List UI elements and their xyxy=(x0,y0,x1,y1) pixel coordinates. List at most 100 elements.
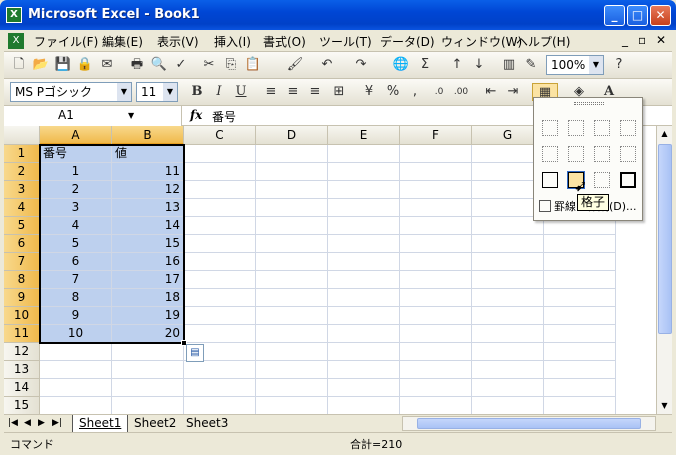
sort-ascending-icon[interactable]: ↑ xyxy=(448,56,466,74)
cell-c15[interactable] xyxy=(184,397,256,414)
cell-d8[interactable] xyxy=(256,271,328,289)
chevron-down-icon[interactable]: ▼ xyxy=(589,56,603,74)
last-sheet-icon[interactable]: ▶| xyxy=(52,415,62,432)
help-icon[interactable]: ? xyxy=(610,56,628,74)
cell-b8[interactable]: 17 xyxy=(112,271,184,289)
cell-d13[interactable] xyxy=(256,361,328,379)
cell-a8[interactable]: 7 xyxy=(40,271,112,289)
cell-d14[interactable] xyxy=(256,379,328,397)
thick-box-border-icon[interactable] xyxy=(620,172,636,188)
cell-f8[interactable] xyxy=(400,271,472,289)
menu-window[interactable]: ウィンドウ(W) xyxy=(441,33,522,50)
cell-b12[interactable] xyxy=(112,343,184,361)
cell-b14[interactable] xyxy=(112,379,184,397)
sheet-tab-2[interactable]: Sheet2 xyxy=(130,415,180,432)
cell-e1[interactable] xyxy=(328,145,400,163)
excel-app-icon[interactable]: X xyxy=(6,7,22,23)
column-header-e[interactable]: E xyxy=(328,126,400,145)
insert-function-icon[interactable]: fx xyxy=(190,108,202,122)
cell-c8[interactable] xyxy=(184,271,256,289)
menu-format[interactable]: 書式(O) xyxy=(263,33,306,50)
cell-f1[interactable] xyxy=(400,145,472,163)
cell-c14[interactable] xyxy=(184,379,256,397)
cell-h9[interactable] xyxy=(544,289,616,307)
cell-b2[interactable]: 11 xyxy=(112,163,184,181)
top-bottom-border-icon[interactable] xyxy=(594,146,610,162)
outside-inner-border-icon[interactable] xyxy=(594,172,610,188)
cell-d7[interactable] xyxy=(256,253,328,271)
cell-b15[interactable] xyxy=(112,397,184,414)
no-border-icon[interactable] xyxy=(542,120,558,136)
row-header-4[interactable]: 4 xyxy=(4,199,40,217)
permission-icon[interactable]: 🔒 xyxy=(76,56,94,74)
row-header-3[interactable]: 3 xyxy=(4,181,40,199)
cell-e5[interactable] xyxy=(328,217,400,235)
cell-d3[interactable] xyxy=(256,181,328,199)
currency-icon[interactable]: ¥ xyxy=(360,83,378,101)
horizontal-scrollbar[interactable] xyxy=(402,416,656,431)
workbook-icon[interactable]: X xyxy=(8,33,24,49)
cell-c7[interactable] xyxy=(184,253,256,271)
vertical-scrollbar[interactable]: ▲ ▼ xyxy=(656,126,672,414)
cell-g9[interactable] xyxy=(472,289,544,307)
cell-d6[interactable] xyxy=(256,235,328,253)
cell-a6[interactable]: 5 xyxy=(40,235,112,253)
cell-e8[interactable] xyxy=(328,271,400,289)
cell-c10[interactable] xyxy=(184,307,256,325)
cell-a4[interactable]: 3 xyxy=(40,199,112,217)
cell-c3[interactable] xyxy=(184,181,256,199)
comma-icon[interactable]: , xyxy=(406,83,424,101)
cell-f5[interactable] xyxy=(400,217,472,235)
row-header-1[interactable]: 1 xyxy=(4,145,40,163)
cell-b4[interactable]: 13 xyxy=(112,199,184,217)
doc-restore-button[interactable]: ▫ xyxy=(638,33,646,47)
top-thick-bottom-border-icon[interactable] xyxy=(620,146,636,162)
decrease-indent-icon[interactable]: ⇤ xyxy=(482,83,500,101)
cell-a13[interactable] xyxy=(40,361,112,379)
increase-decimal-icon[interactable]: .0 xyxy=(430,83,448,101)
cell-c6[interactable] xyxy=(184,235,256,253)
menu-tools[interactable]: ツール(T) xyxy=(319,33,372,50)
cell-b7[interactable]: 16 xyxy=(112,253,184,271)
print-icon[interactable]: 🖶 xyxy=(128,56,146,74)
cell-e3[interactable] xyxy=(328,181,400,199)
select-all-corner[interactable] xyxy=(4,126,40,145)
cell-g6[interactable] xyxy=(472,235,544,253)
cell-d1[interactable] xyxy=(256,145,328,163)
cell-c4[interactable] xyxy=(184,199,256,217)
hyperlink-icon[interactable]: 🌐 xyxy=(392,56,410,74)
increase-indent-icon[interactable]: ⇥ xyxy=(504,83,522,101)
scroll-up-icon[interactable]: ▲ xyxy=(657,126,672,142)
sheet-tab-1[interactable]: Sheet1 xyxy=(72,415,129,432)
cell-f15[interactable] xyxy=(400,397,472,414)
cell-f4[interactable] xyxy=(400,199,472,217)
cell-h14[interactable] xyxy=(544,379,616,397)
row-header-7[interactable]: 7 xyxy=(4,253,40,271)
cell-h11[interactable] xyxy=(544,325,616,343)
print-preview-icon[interactable]: 🔍 xyxy=(150,56,168,74)
minimize-button[interactable]: _ xyxy=(604,5,625,26)
cell-h12[interactable] xyxy=(544,343,616,361)
first-sheet-icon[interactable]: |◀ xyxy=(8,415,18,432)
decrease-decimal-icon[interactable]: .00 xyxy=(452,83,470,101)
zoom-select[interactable]: 100% ▼ xyxy=(546,55,604,75)
h-scrollbar-thumb[interactable] xyxy=(417,418,641,429)
cell-h10[interactable] xyxy=(544,307,616,325)
next-sheet-icon[interactable]: ▶ xyxy=(38,415,45,432)
cell-f7[interactable] xyxy=(400,253,472,271)
spelling-icon[interactable]: ✓ xyxy=(172,56,190,74)
cell-c13[interactable] xyxy=(184,361,256,379)
font-size-select[interactable]: 11 ▼ xyxy=(136,82,178,102)
cell-d15[interactable] xyxy=(256,397,328,414)
cell-e4[interactable] xyxy=(328,199,400,217)
cell-h6[interactable] xyxy=(544,235,616,253)
cell-g11[interactable] xyxy=(472,325,544,343)
cell-d4[interactable] xyxy=(256,199,328,217)
email-icon[interactable]: ✉ xyxy=(98,56,116,74)
cell-g8[interactable] xyxy=(472,271,544,289)
cell-d11[interactable] xyxy=(256,325,328,343)
cell-b5[interactable]: 14 xyxy=(112,217,184,235)
row-header-12[interactable]: 12 xyxy=(4,343,40,361)
doc-close-button[interactable]: ✕ xyxy=(656,33,666,47)
cell-e12[interactable] xyxy=(328,343,400,361)
